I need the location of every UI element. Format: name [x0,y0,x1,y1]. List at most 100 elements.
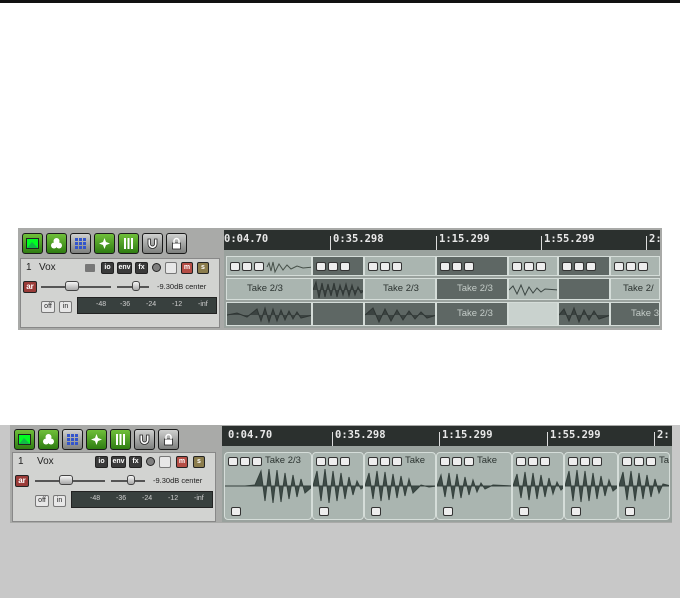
media-item[interactable] [364,256,436,276]
item-fx-icon[interactable] [316,262,326,271]
lock-icon[interactable] [166,232,187,254]
media-item[interactable]: Take 2/3 [436,278,508,300]
phase-icon[interactable] [152,263,161,272]
media-item[interactable]: Take [618,452,670,520]
solo-button[interactable]: s [193,456,205,468]
timeline-ruler[interactable]: 0:04.70 0:35.298 1:15.299 1:55.299 2: [224,230,660,250]
media-item[interactable] [508,278,558,300]
media-item[interactable]: Take [364,452,436,520]
fx-button[interactable]: fx [129,456,142,468]
media-item[interactable] [508,256,558,276]
item-fx-icon[interactable] [614,262,624,271]
media-item[interactable] [312,278,364,300]
item-mute-icon[interactable] [638,262,648,271]
solo-button[interactable]: s [197,262,209,274]
item-lane: Take 2/3 Take Take Ta [222,452,672,520]
snap-icon[interactable] [86,428,107,450]
clover-icon[interactable] [46,232,67,254]
media-item[interactable] [558,278,610,300]
track-name[interactable]: Vox [39,262,56,273]
item-fx-icon[interactable] [319,507,329,516]
fx-button[interactable]: fx [135,262,148,274]
media-item[interactable] [312,256,364,276]
media-item[interactable] [436,256,508,276]
magnet-icon[interactable] [142,232,163,254]
media-item[interactable]: Take 2/3 [224,452,312,520]
monitor-icon[interactable] [159,456,171,468]
take-label: Take 2/ [623,283,654,294]
item-fx-icon[interactable] [443,507,453,516]
pan-knob[interactable] [132,281,140,291]
item-fx-icon[interactable] [368,262,378,271]
monitor-off-button[interactable]: off [41,301,55,313]
item-props-icon[interactable] [328,262,338,271]
timeline-ruler[interactable]: 0:04.70 0:35.298 1:15.299 1:55.299 2: [222,426,672,446]
item-props-icon[interactable] [574,262,584,271]
media-item[interactable]: Take 2/3 [226,278,312,300]
media-item[interactable]: Take [436,452,512,520]
record-arm-button[interactable]: ar [15,475,29,487]
item-fx-icon[interactable] [519,507,529,516]
pan-knob[interactable] [127,475,135,485]
item-mute-icon[interactable] [392,262,402,271]
item-mute-icon[interactable] [536,262,546,271]
arrange-view-bottom[interactable]: 0:04.70 0:35.298 1:15.299 1:55.299 2: Ta… [222,426,672,522]
media-item[interactable] [226,302,312,326]
envelope-button[interactable]: env [117,262,132,274]
phase-icon[interactable] [146,457,155,466]
media-item[interactable] [512,452,564,520]
media-item[interactable] [610,256,660,276]
media-item[interactable] [508,302,558,326]
folder-icon[interactable] [85,264,95,272]
track-name[interactable]: Vox [37,456,54,467]
bars-icon[interactable] [118,232,139,254]
item-props-icon[interactable] [626,262,636,271]
grid-icon[interactable] [62,428,83,450]
item-props-icon[interactable] [380,262,390,271]
media-item[interactable] [312,452,364,520]
snap-icon[interactable] [94,232,115,254]
item-mute-icon[interactable] [340,262,350,271]
media-item[interactable] [364,302,436,326]
io-button[interactable]: io [95,456,108,468]
record-arm-button[interactable]: ar [23,281,37,293]
item-fx-icon[interactable] [571,507,581,516]
media-item[interactable]: Take 2/3 [364,278,436,300]
item-fx-icon[interactable] [625,507,635,516]
image-icon[interactable] [14,428,35,450]
io-button[interactable]: io [101,262,114,274]
input-button[interactable]: in [53,495,66,507]
item-fx-icon[interactable] [231,507,241,516]
item-mute-icon[interactable] [586,262,596,271]
media-item[interactable] [558,302,610,326]
lock-icon[interactable] [158,428,179,450]
item-props-icon[interactable] [524,262,534,271]
mute-button[interactable]: m [176,456,188,468]
input-button[interactable]: in [59,301,72,313]
bars-icon[interactable] [110,428,131,450]
media-item[interactable] [558,256,610,276]
item-fx-icon[interactable] [512,262,522,271]
media-item[interactable] [312,302,364,326]
media-item[interactable]: Take 2/3 [436,302,508,326]
item-fx-icon[interactable] [440,262,450,271]
media-item[interactable]: Take 3/ [610,302,660,326]
monitor-off-button[interactable]: off [35,495,49,507]
media-item[interactable]: Take 2/ [610,278,660,300]
grid-icon[interactable] [70,232,91,254]
magnet-icon[interactable] [134,428,155,450]
volume-knob[interactable] [65,281,79,291]
item-fx-icon[interactable] [371,507,381,516]
item-fx-icon[interactable] [562,262,572,271]
volume-knob[interactable] [59,475,73,485]
envelope-button[interactable]: env [111,456,126,468]
monitor-icon[interactable] [165,262,177,274]
item-mute-icon[interactable] [464,262,474,271]
media-item[interactable] [564,452,618,520]
clover-icon[interactable] [38,428,59,450]
item-props-icon[interactable] [452,262,462,271]
media-item[interactable] [226,256,312,276]
image-icon[interactable] [22,232,43,254]
mute-button[interactable]: m [181,262,193,274]
arrange-view-top[interactable]: 0:04.70 0:35.298 1:15.299 1:55.299 2: [224,230,660,328]
